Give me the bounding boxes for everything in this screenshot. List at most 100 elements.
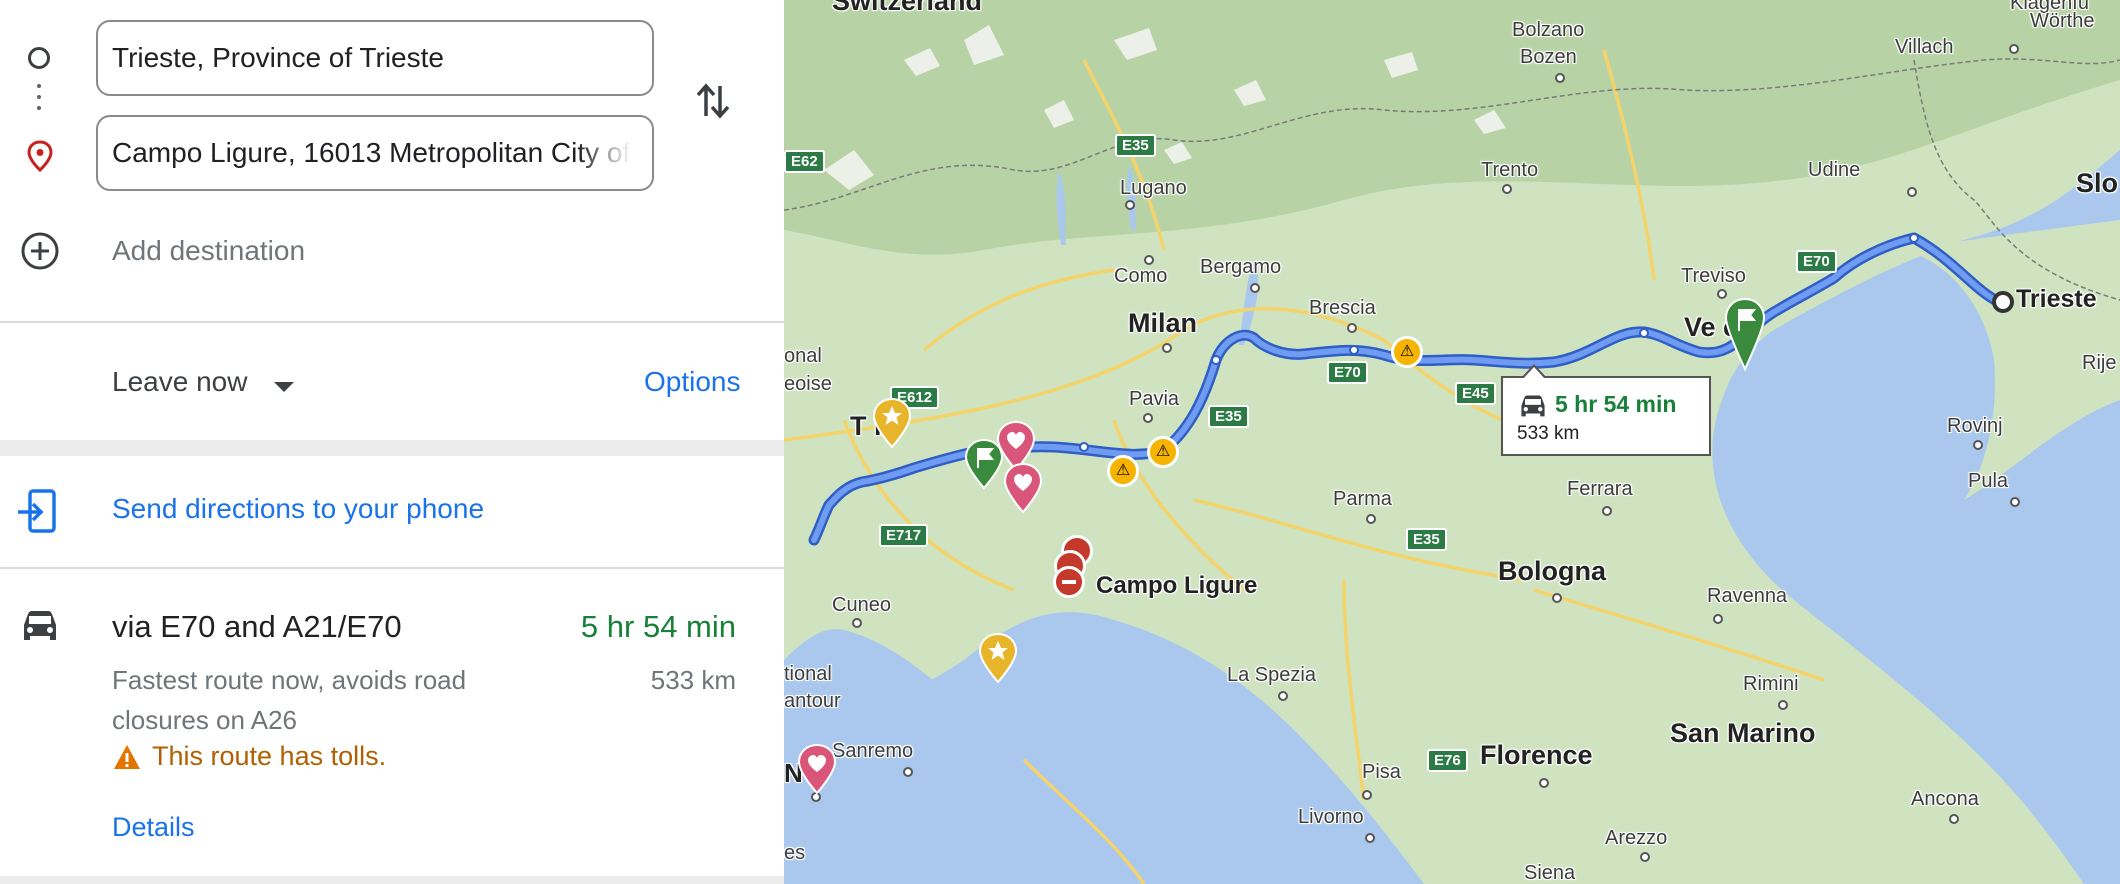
shield-e35-north: E35 xyxy=(1115,134,1156,157)
send-to-phone-icon xyxy=(16,488,60,539)
city-dot-ancona xyxy=(1949,814,1959,824)
route-callout[interactable]: 5 hr 54 min 533 km xyxy=(1501,364,1711,456)
label-switzerland: Switzerland xyxy=(832,0,983,16)
destination-pin-icon xyxy=(27,140,53,177)
origin-field[interactable] xyxy=(96,20,654,96)
city-dot-bolzano xyxy=(1555,73,1565,83)
label-regional: onal xyxy=(784,345,822,367)
label-pavia: Pavia xyxy=(1129,388,1180,410)
label-sanremo: Sanremo xyxy=(832,740,914,762)
label-national: tional xyxy=(784,663,832,685)
label-arezzo: Arezzo xyxy=(1605,827,1668,849)
label-cuneo: Cuneo xyxy=(832,594,891,616)
city-dot-trento xyxy=(1502,184,1512,194)
label-pula: Pula xyxy=(1968,470,2009,492)
send-to-phone-link[interactable]: Send directions to your phone xyxy=(112,493,484,525)
label-udine: Udine xyxy=(1808,159,1861,181)
label-bolzano-1: Bolzano xyxy=(1512,19,1585,41)
city-dot-como xyxy=(1144,255,1154,265)
city-dot-milan xyxy=(1162,343,1172,353)
shield-e35-mid: E35 xyxy=(1208,405,1249,428)
roadwork-icon[interactable]: ⚠ xyxy=(1107,455,1139,487)
label-ravenna: Ravenna xyxy=(1707,585,1788,607)
label-rovinj: Rovinj xyxy=(1947,415,2003,437)
label-florence: Florence xyxy=(1480,740,1593,770)
roadwork-icon[interactable]: ⚠ xyxy=(1147,436,1179,468)
divider xyxy=(0,321,784,323)
options-button[interactable]: Options xyxy=(644,366,741,398)
city-dot-pisa xyxy=(1362,790,1372,800)
leave-now-label: Leave now xyxy=(112,366,248,397)
directions-panel: Add destination Leave now Options Send d… xyxy=(0,0,784,884)
details-link[interactable]: Details xyxy=(112,812,195,843)
city-dot-pula xyxy=(2010,497,2020,507)
shield-e35-south: E35 xyxy=(1406,528,1447,551)
destination-field[interactable] xyxy=(96,115,654,191)
label-san-marino: San Marino xyxy=(1670,718,1816,748)
city-dot-cuneo xyxy=(852,618,862,628)
shield-e45: E45 xyxy=(1455,382,1496,405)
city-dot-brescia xyxy=(1347,323,1357,333)
label-brescia: Brescia xyxy=(1309,297,1376,319)
city-dot-udine xyxy=(1907,187,1917,197)
label-bologna: Bologna xyxy=(1498,556,1606,586)
label-rijeka: Rije xyxy=(2082,352,2117,374)
label-slovenia: Slo xyxy=(2076,168,2119,198)
origin-input[interactable] xyxy=(112,22,642,94)
swap-icon[interactable] xyxy=(694,80,732,127)
label-como: Como xyxy=(1114,265,1168,287)
shield-e70-west: E70 xyxy=(1327,361,1368,384)
label-worthe: Wörthe xyxy=(2030,10,2095,32)
label-es: es xyxy=(784,842,806,864)
label-milan: Milan xyxy=(1128,308,1198,338)
shield-e76: E76 xyxy=(1427,749,1468,772)
route-distance: 533 km xyxy=(650,665,736,695)
warning-icon xyxy=(112,743,142,776)
label-ancona: Ancona xyxy=(1911,788,1979,810)
label-trieste: Trieste xyxy=(2016,285,2097,313)
roadwork-icon[interactable]: ⚠ xyxy=(1391,336,1423,368)
route-duration: 5 hr 54 min xyxy=(580,609,736,644)
trieste-endpoint xyxy=(1992,291,2014,313)
route-dots-icon xyxy=(37,84,41,110)
city-dot-la-spezia xyxy=(1278,691,1288,701)
label-rimini: Rimini xyxy=(1743,673,1799,695)
city-dot-villach xyxy=(2009,44,2019,54)
origin-circle-icon xyxy=(28,47,50,69)
label-treviso: Treviso xyxy=(1681,265,1746,287)
label-pisa: Pisa xyxy=(1362,761,1401,783)
label-bolzano-2: Bozen xyxy=(1520,46,1577,68)
city-dot-ferrara xyxy=(1602,506,1612,516)
label-parma: Parma xyxy=(1333,488,1392,510)
route-via[interactable]: via E70 and A21/E70 xyxy=(112,609,402,645)
label-trento: Trento xyxy=(1481,159,1539,181)
shield-e717: E717 xyxy=(879,524,929,547)
callout-duration: 5 hr 54 min xyxy=(1555,391,1677,417)
callout-distance: 533 km xyxy=(1517,423,1580,444)
leave-now-dropdown[interactable]: Leave now xyxy=(112,366,294,402)
label-bergamo: Bergamo xyxy=(1200,256,1282,278)
chevron-down-icon xyxy=(273,381,294,392)
city-dot-bergamo xyxy=(1250,283,1260,293)
divider xyxy=(0,876,784,884)
city-dot-florence xyxy=(1539,778,1549,788)
city-dot-livorno xyxy=(1365,833,1375,843)
route-card[interactable]: via E70 and A21/E70 5 hr 54 min Fastest … xyxy=(0,569,784,879)
label-villach: Villach xyxy=(1895,36,1954,58)
shield-e70-east: E70 xyxy=(1796,250,1837,273)
city-dot-ravenna xyxy=(1713,614,1723,624)
add-destination-icon[interactable] xyxy=(20,231,60,276)
city-dot-parma xyxy=(1366,514,1376,524)
car-icon xyxy=(18,609,62,650)
divider xyxy=(0,440,784,456)
map-canvas[interactable]: Switzerland Klagenfu Wörthe Bolzano Boze… xyxy=(784,0,2120,884)
label-ferrara: Ferrara xyxy=(1567,478,1633,500)
tolls-warning: This route has tolls. xyxy=(152,741,387,771)
city-dot-rimini xyxy=(1778,700,1788,710)
road-closure-icon[interactable] xyxy=(1053,566,1085,598)
city-dot-pavia xyxy=(1143,413,1153,423)
label-livorno: Livorno xyxy=(1298,806,1364,828)
label-lugano: Lugano xyxy=(1120,177,1187,199)
add-destination-label[interactable]: Add destination xyxy=(112,235,305,267)
destination-input[interactable] xyxy=(112,117,642,189)
